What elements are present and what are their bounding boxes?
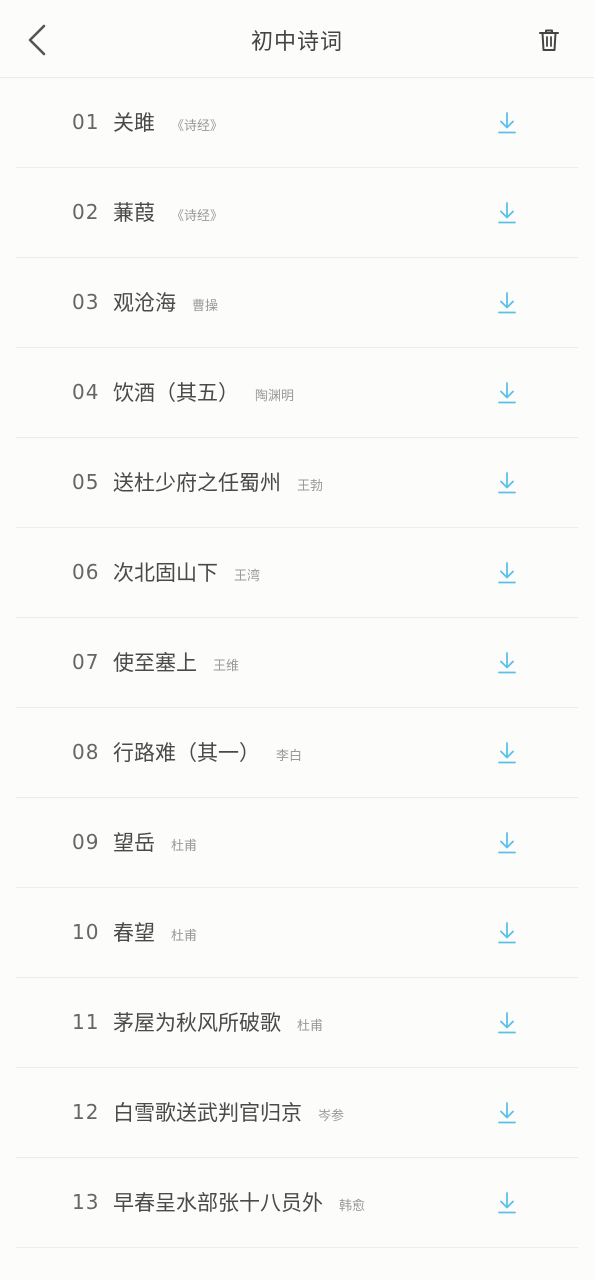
download-icon[interactable] (496, 741, 518, 765)
item-number: 03 (72, 290, 100, 314)
list-item[interactable]: 07 使至塞上 王维 (16, 618, 578, 708)
poem-author: 岑参 (318, 1109, 345, 1124)
poem-title: 送杜少府之任蜀州 (113, 471, 281, 495)
download-icon[interactable] (496, 471, 518, 495)
download-icon[interactable] (496, 651, 518, 675)
poem-title: 蒹葭 (113, 201, 155, 225)
list-item[interactable]: 05 送杜少府之任蜀州 王勃 (16, 438, 578, 528)
poem-author: 曹操 (192, 299, 219, 314)
poem-title: 关雎 (113, 111, 155, 135)
poem-author: 王维 (213, 659, 240, 674)
page-title: 初中诗词 (250, 30, 343, 55)
list-item[interactable]: 06 次北固山下 王湾 (16, 528, 578, 618)
download-icon[interactable] (496, 381, 518, 405)
item-number: 02 (72, 200, 100, 224)
download-icon[interactable] (496, 831, 518, 855)
poem-title: 望岳 (113, 831, 155, 855)
poem-author: 《诗经》 (171, 119, 224, 134)
poem-title: 次北固山下 (113, 561, 218, 585)
poem-author: 杜甫 (171, 929, 198, 944)
list-item[interactable]: 08 行路难（其一） 李白 (16, 708, 578, 798)
poem-title: 白雪歌送武判官归京 (113, 1101, 302, 1125)
poem-title: 茅屋为秋风所破歌 (113, 1011, 281, 1035)
item-number: 07 (72, 650, 100, 674)
list-item[interactable]: 11 茅屋为秋风所破歌 杜甫 (16, 978, 578, 1068)
list-item[interactable]: 13 早春呈水部张十八员外 韩愈 (16, 1158, 578, 1248)
list-item[interactable]: 01 关雎 《诗经》 (16, 78, 578, 168)
download-icon[interactable] (496, 291, 518, 315)
download-icon[interactable] (496, 111, 518, 135)
poem-list: 01 关雎 《诗经》 02 蒹葭 《诗经》 03 观沧海 曹操 04 饮酒（其五） 陶渊… (0, 78, 594, 1248)
delete-button[interactable] (531, 22, 567, 58)
download-icon[interactable] (496, 1101, 518, 1125)
poem-title: 早春呈水部张十八员外 (113, 1191, 323, 1215)
poem-title: 行路难（其一） (113, 741, 260, 765)
poem-title: 使至塞上 (113, 651, 197, 675)
list-item[interactable]: 09 望岳 杜甫 (16, 798, 578, 888)
poem-title: 春望 (113, 921, 155, 945)
poem-author: 杜甫 (297, 1019, 324, 1034)
download-icon[interactable] (496, 201, 518, 225)
poem-title: 饮酒（其五） (113, 381, 239, 405)
item-number: 05 (72, 470, 100, 494)
poem-author: 王勃 (297, 479, 324, 494)
poem-author: 李白 (276, 749, 303, 764)
poem-author: 王湾 (234, 569, 261, 584)
item-number: 12 (72, 1100, 100, 1124)
item-number: 04 (72, 380, 100, 404)
item-number: 11 (72, 1010, 100, 1034)
list-item[interactable]: 10 春望 杜甫 (16, 888, 578, 978)
item-number: 08 (72, 740, 100, 764)
poem-author: 杜甫 (171, 839, 198, 854)
download-icon[interactable] (496, 1191, 518, 1215)
item-number: 13 (72, 1190, 100, 1214)
poem-author: 陶渊明 (255, 389, 295, 404)
list-item[interactable]: 03 观沧海 曹操 (16, 258, 578, 348)
download-icon[interactable] (496, 921, 518, 945)
list-item[interactable]: 02 蒹葭 《诗经》 (16, 168, 578, 258)
poem-author: 韩愈 (339, 1199, 366, 1214)
poem-title: 观沧海 (113, 291, 176, 315)
trash-icon (539, 29, 559, 51)
download-icon[interactable] (496, 561, 518, 585)
download-icon[interactable] (496, 1011, 518, 1035)
list-item[interactable]: 04 饮酒（其五） 陶渊明 (16, 348, 578, 438)
list-item[interactable]: 12 白雪歌送武判官归京 岑参 (16, 1068, 578, 1158)
app-header: 初中诗词 (0, 0, 594, 78)
item-number: 10 (72, 920, 100, 944)
item-number: 09 (72, 830, 100, 854)
poem-author: 《诗经》 (171, 209, 224, 224)
item-number: 01 (72, 110, 100, 134)
item-number: 06 (72, 560, 100, 584)
